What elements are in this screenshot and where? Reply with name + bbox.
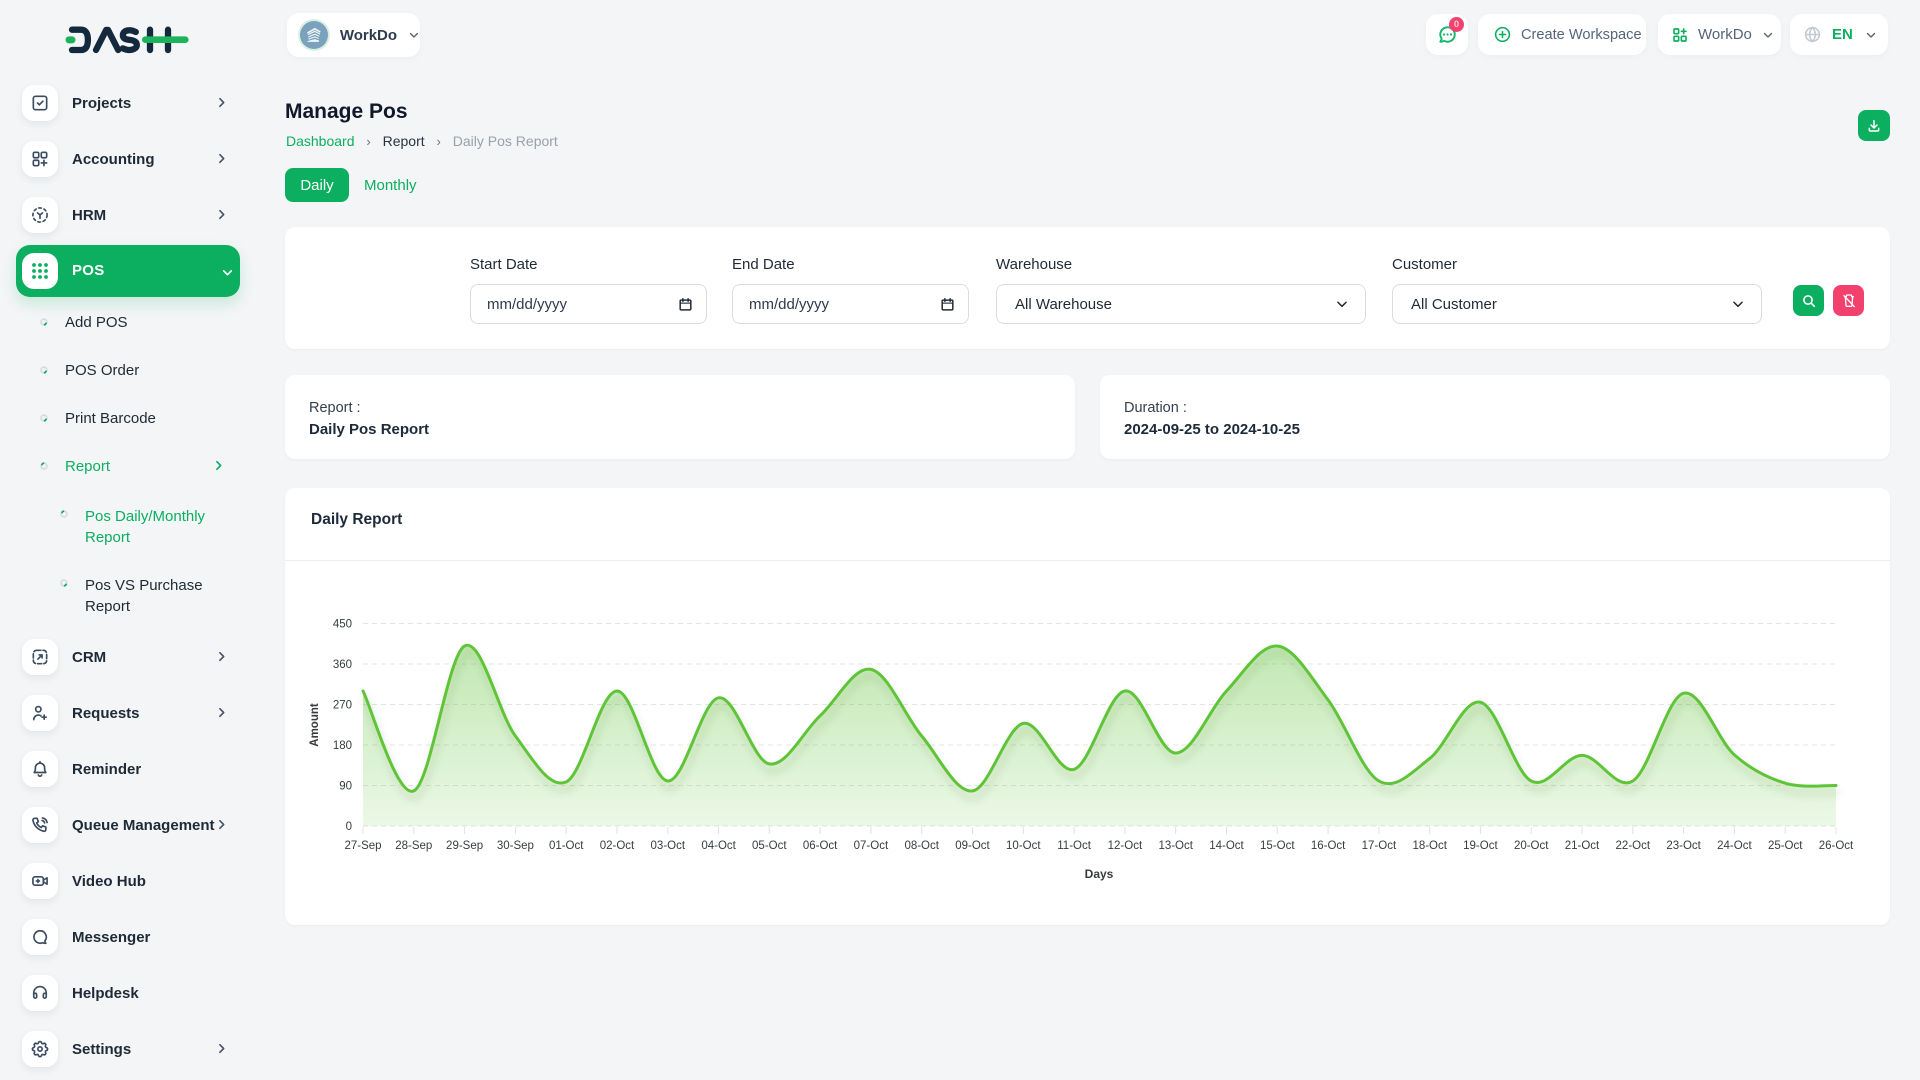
svg-text:Amount: Amount	[309, 703, 321, 747]
svg-text:19-Oct: 19-Oct	[1463, 840, 1498, 852]
svg-text:30-Sep: 30-Sep	[497, 840, 534, 852]
svg-text:21-Oct: 21-Oct	[1565, 840, 1600, 852]
svg-text:15-Oct: 15-Oct	[1260, 840, 1295, 852]
svg-text:450: 450	[333, 619, 352, 631]
svg-text:11-Oct: 11-Oct	[1057, 840, 1091, 852]
svg-text:18-Oct: 18-Oct	[1412, 840, 1447, 852]
svg-text:24-Oct: 24-Oct	[1717, 840, 1752, 852]
svg-text:04-Oct: 04-Oct	[701, 840, 736, 852]
svg-text:05-Oct: 05-Oct	[752, 840, 787, 852]
svg-text:20-Oct: 20-Oct	[1514, 840, 1549, 852]
svg-text:27-Sep: 27-Sep	[344, 840, 381, 852]
svg-text:16-Oct: 16-Oct	[1311, 840, 1346, 852]
svg-text:07-Oct: 07-Oct	[854, 840, 889, 852]
svg-text:03-Oct: 03-Oct	[651, 840, 686, 852]
svg-text:22-Oct: 22-Oct	[1616, 840, 1651, 852]
svg-text:10-Oct: 10-Oct	[1006, 840, 1041, 852]
svg-text:23-Oct: 23-Oct	[1666, 840, 1701, 852]
svg-text:25-Oct: 25-Oct	[1768, 840, 1803, 852]
svg-text:0: 0	[346, 821, 352, 833]
svg-text:180: 180	[333, 740, 352, 752]
svg-text:13-Oct: 13-Oct	[1158, 840, 1193, 852]
svg-text:12-Oct: 12-Oct	[1108, 840, 1143, 852]
svg-text:02-Oct: 02-Oct	[600, 840, 635, 852]
svg-text:90: 90	[339, 781, 352, 793]
svg-text:14-Oct: 14-Oct	[1209, 840, 1244, 852]
svg-text:28-Sep: 28-Sep	[395, 840, 432, 852]
svg-text:26-Oct: 26-Oct	[1819, 840, 1854, 852]
svg-text:29-Sep: 29-Sep	[446, 840, 483, 852]
svg-text:360: 360	[333, 659, 352, 671]
svg-text:06-Oct: 06-Oct	[803, 840, 838, 852]
svg-text:09-Oct: 09-Oct	[955, 840, 990, 852]
svg-text:01-Oct: 01-Oct	[549, 840, 584, 852]
svg-text:17-Oct: 17-Oct	[1362, 840, 1397, 852]
svg-text:270: 270	[333, 700, 352, 712]
svg-text:Days: Days	[1085, 867, 1114, 881]
svg-text:08-Oct: 08-Oct	[904, 840, 939, 852]
